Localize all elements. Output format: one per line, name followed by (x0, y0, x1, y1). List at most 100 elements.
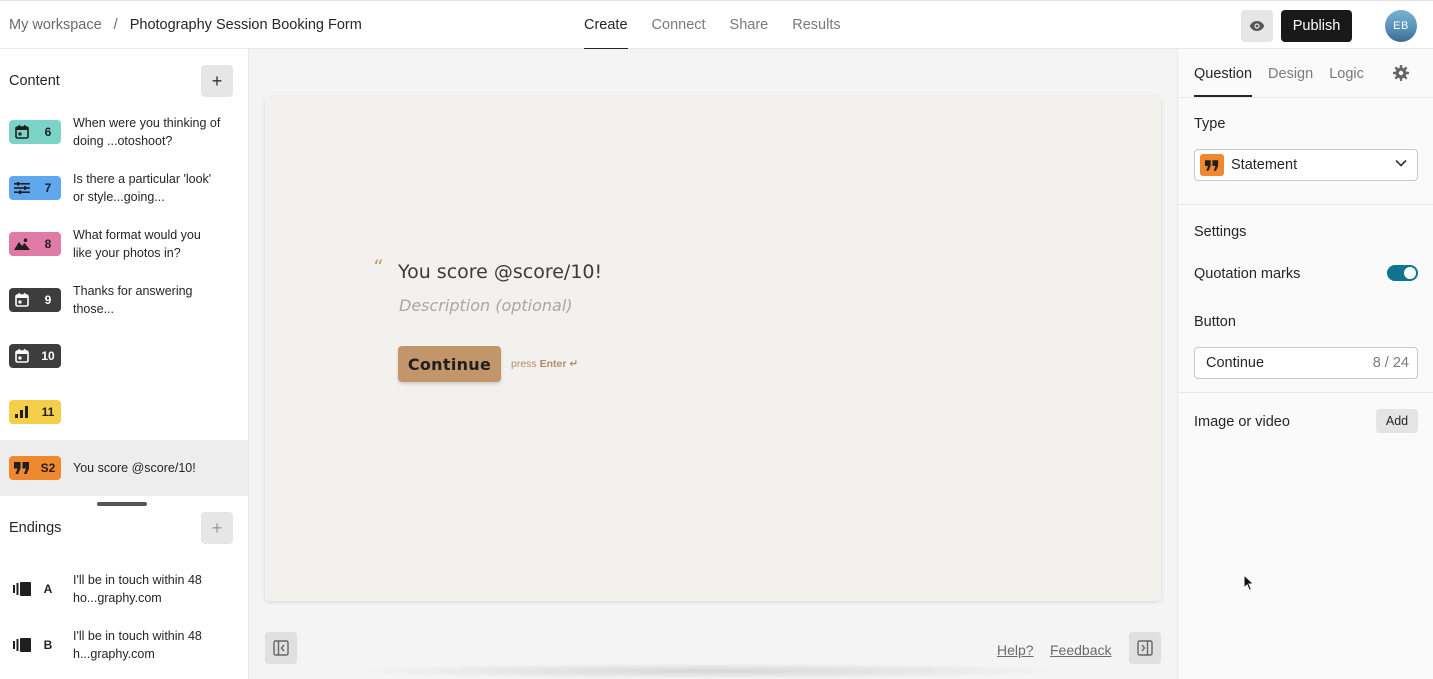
settings-tabs: Question Design Logic (1194, 49, 1364, 97)
main-tabs: Create Connect Share Results (584, 1, 841, 50)
quotation-mark: “ (373, 255, 384, 279)
tab-create[interactable]: Create (584, 1, 628, 50)
button-text-value: Continue (1206, 355, 1265, 371)
question-text: Thanks for answering those... (73, 284, 193, 316)
press-text: press (511, 358, 537, 370)
statement-preview-card[interactable]: “ You score @score/10! Description (opti… (265, 97, 1161, 601)
question-number: 9 (44, 293, 52, 307)
description-field[interactable]: Description (optional) (399, 296, 573, 315)
toggle-knob (1404, 267, 1416, 279)
mouse-cursor-icon (1243, 574, 1255, 592)
toggle-right-panel-button[interactable] (1129, 632, 1161, 664)
image-or-video-label: Image or video (1194, 414, 1290, 430)
question-number: 6 (44, 125, 52, 139)
question-text: You score @score/10! (73, 461, 196, 475)
form-canvas: “ You score @score/10! Description (opti… (249, 49, 1177, 679)
question-number: 11 (41, 405, 55, 419)
question-text: When were you thinking of doing ...otosh… (73, 116, 221, 148)
sidebar-expand-icon (1137, 640, 1153, 656)
resize-handle[interactable] (97, 502, 147, 506)
question-badge: 11 (9, 400, 61, 424)
preview-button[interactable] (1241, 10, 1273, 42)
bottom-shadow (339, 663, 1079, 679)
ending-text: I'll be in touch within 48 ho...graphy.c… (73, 573, 202, 605)
ending-badge: B (9, 633, 61, 657)
breadcrumb: My workspace / Photography Session Booki… (9, 17, 362, 33)
tab-results[interactable]: Results (792, 1, 840, 50)
question-badge: 10 (9, 344, 61, 368)
publish-button[interactable]: Publish (1281, 10, 1352, 42)
bar-chart-icon (9, 406, 35, 418)
ending-item-a[interactable]: A I'll be in touch within 48 ho...graphy… (0, 561, 248, 617)
question-item-8[interactable]: 8 What format would you like your photos… (0, 216, 248, 272)
tab-design[interactable]: Design (1268, 49, 1313, 97)
content-sidebar: Content + 6 When were you thinking of do… (0, 49, 249, 679)
endings-title: Endings (9, 520, 62, 536)
question-item-11[interactable]: 11 (0, 384, 248, 440)
calendar-icon (9, 293, 35, 307)
add-content-button[interactable]: + (201, 65, 233, 97)
ending-letter: B (43, 638, 53, 652)
press-enter-hint: press Enter ↵ (511, 358, 578, 370)
calendar-icon (9, 349, 35, 363)
question-item-9[interactable]: 9 Thanks for answering those... (0, 272, 248, 328)
question-item-s2[interactable]: S2 You score @score/10! (0, 440, 248, 496)
tab-connect[interactable]: Connect (652, 1, 706, 50)
form-title[interactable]: Photography Session Booking Form (130, 17, 362, 33)
quote-icon (9, 462, 35, 474)
tab-share[interactable]: Share (730, 1, 769, 50)
ending-badge: A (9, 577, 61, 601)
enter-text: Enter ↵ (539, 358, 579, 370)
question-item-6[interactable]: 6 When were you thinking of doing ...oto… (0, 104, 248, 160)
question-badge: 8 (9, 232, 61, 256)
feedback-link[interactable]: Feedback (1050, 642, 1111, 658)
divider (1178, 97, 1433, 98)
question-type-select[interactable]: Statement (1194, 149, 1418, 181)
ending-text: I'll be in touch within 48 h...graphy.co… (73, 629, 202, 661)
add-ending-button[interactable]: + (201, 512, 233, 544)
tab-question[interactable]: Question (1194, 49, 1253, 97)
ending-item-b[interactable]: B I'll be in touch within 48 h...graphy.… (0, 617, 248, 673)
question-settings-panel: Question Design Logic Type Statement Set… (1177, 49, 1433, 679)
picture-choice-icon (9, 238, 35, 250)
sidebar-collapse-icon (273, 640, 289, 656)
calendar-icon (9, 125, 35, 139)
tab-logic[interactable]: Logic (1329, 49, 1364, 97)
question-badge: 9 (9, 288, 61, 312)
breadcrumb-separator: / (113, 17, 118, 33)
question-item-7[interactable]: 7 Is there a particular 'look' or style.… (0, 160, 248, 216)
ending-icon (9, 582, 35, 596)
gear-icon[interactable] (1393, 65, 1409, 81)
divider (1178, 204, 1433, 205)
question-badge: 6 (9, 120, 61, 144)
toggle-left-panel-button[interactable] (265, 632, 297, 664)
question-badge: S2 (9, 456, 61, 480)
quotation-marks-toggle[interactable] (1387, 265, 1418, 281)
breadcrumb-workspace-link[interactable]: My workspace (9, 17, 102, 33)
help-link[interactable]: Help? (997, 642, 1034, 658)
divider (1178, 392, 1433, 393)
chevron-down-icon (1395, 159, 1407, 167)
question-number: S2 (40, 461, 56, 475)
quotation-marks-label: Quotation marks (1194, 266, 1301, 282)
question-item-10[interactable]: 10 (0, 328, 248, 384)
content-title: Content (9, 73, 60, 89)
continue-button[interactable]: Continue (398, 346, 501, 382)
question-number: 8 (44, 237, 52, 251)
avatar[interactable]: EB (1385, 10, 1417, 42)
statement-title[interactable]: You score @score/10! (398, 261, 602, 283)
button-text-input[interactable]: Continue 8 / 24 (1194, 347, 1418, 379)
quote-icon (1200, 154, 1224, 176)
sliders-icon (9, 182, 35, 194)
question-type-value: Statement (1231, 157, 1298, 173)
ending-letter: A (43, 582, 53, 596)
character-count: 8 / 24 (1372, 355, 1409, 371)
question-text: Is there a particular 'look' or style...… (73, 172, 212, 204)
ending-icon (9, 638, 35, 652)
settings-label: Settings (1194, 224, 1247, 240)
type-label: Type (1194, 116, 1226, 132)
question-badge: 7 (9, 176, 61, 200)
eye-icon (1249, 21, 1265, 31)
add-media-button[interactable]: Add (1376, 409, 1418, 433)
question-number: 7 (44, 181, 52, 195)
